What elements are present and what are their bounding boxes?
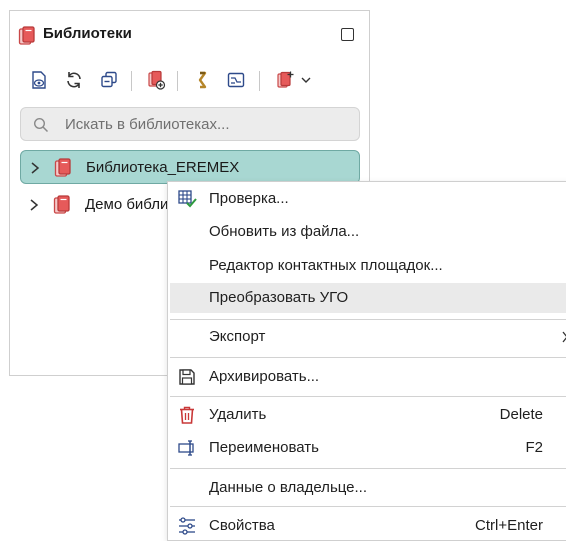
menu-item-rename[interactable]: Переименовать F2 — [170, 433, 566, 463]
menu-item-shortcut: F2 — [525, 439, 543, 456]
collapse-all-icon — [101, 71, 117, 88]
menu-item-label: Проверка... — [209, 190, 289, 207]
menu-item-shortcut: Delete — [499, 406, 543, 423]
chevron-right-icon[interactable] — [29, 198, 39, 212]
library-books-icon — [18, 26, 35, 45]
menu-separator — [170, 468, 566, 469]
panel-header: Библиотеки — [10, 11, 369, 59]
toolbar-separator — [259, 71, 260, 91]
library-book-icon — [53, 195, 70, 214]
refresh-icon — [67, 72, 81, 88]
menu-item-delete[interactable]: Удалить Delete — [170, 400, 566, 430]
menu-separator — [170, 396, 566, 397]
menu-item-convert-symbol[interactable]: Преобразовать УГО — [170, 283, 566, 313]
link-button[interactable] — [190, 68, 214, 92]
menu-item-archive[interactable]: Архивировать... — [170, 362, 566, 392]
menu-item-pad-editor[interactable]: Редактор контактных площадок... — [170, 251, 566, 281]
maximize-panel-button[interactable] — [341, 28, 354, 41]
import-dropdown-button[interactable] — [298, 68, 314, 92]
tree-item-label: Демо библи — [85, 196, 169, 213]
panel-toolbar — [10, 66, 369, 98]
menu-item-update-from-file[interactable]: Обновить из файла... — [170, 217, 566, 247]
context-menu: Проверка... Обновить из файла... Редакто… — [167, 181, 566, 541]
schematic-symbol-button[interactable] — [224, 68, 248, 92]
trash-icon — [177, 405, 197, 425]
chevron-down-icon — [301, 77, 311, 83]
schematic-symbol-icon — [227, 72, 245, 88]
view-library-icon — [32, 71, 46, 89]
menu-item-check[interactable]: Проверка... — [170, 184, 566, 214]
menu-item-label: Переименовать — [209, 439, 319, 456]
menu-item-label: Свойства — [209, 517, 275, 534]
toolbar-separator — [131, 71, 132, 91]
library-search — [20, 107, 360, 141]
menu-item-label: Архивировать... — [209, 368, 320, 385]
settings-sliders-icon — [177, 516, 197, 536]
menu-separator — [170, 357, 566, 358]
search-input[interactable] — [65, 108, 345, 140]
menu-item-owner-data[interactable]: Данные о владельце... — [170, 473, 566, 503]
menu-item-label: Данные о владельце... — [209, 479, 368, 496]
menu-separator — [170, 506, 566, 507]
collapse-all-button[interactable] — [97, 68, 121, 92]
tree-item-label: Библиотека_EREMEX — [86, 159, 240, 176]
chevron-right-icon — [562, 331, 566, 343]
view-library-button[interactable] — [27, 68, 51, 92]
search-icon — [33, 117, 49, 133]
menu-item-label: Экспорт — [209, 328, 266, 345]
refresh-button[interactable] — [62, 68, 86, 92]
import-library-button[interactable] — [273, 68, 297, 92]
link-icon — [198, 71, 207, 89]
toolbar-separator — [177, 71, 178, 91]
menu-item-label: Преобразовать УГО — [209, 289, 349, 306]
import-library-icon — [277, 71, 294, 88]
menu-item-properties[interactable]: Свойства Ctrl+Enter — [170, 511, 566, 541]
library-book-icon — [54, 158, 71, 177]
menu-item-label: Удалить — [209, 406, 267, 423]
check-table-icon — [177, 189, 197, 209]
menu-item-label: Обновить из файла... — [209, 223, 360, 240]
menu-item-label: Редактор контактных площадок... — [209, 257, 443, 274]
menu-item-shortcut: Ctrl+Enter — [475, 517, 543, 534]
add-library-button[interactable] — [144, 68, 168, 92]
chevron-right-icon[interactable] — [30, 161, 40, 175]
tree-item-library-eremex[interactable]: Библиотека_EREMEX — [20, 150, 360, 184]
menu-separator — [170, 319, 566, 320]
menu-item-export[interactable]: Экспорт — [170, 322, 566, 352]
panel-title: Библиотеки — [43, 25, 132, 42]
add-library-icon — [148, 70, 166, 90]
rename-icon — [177, 438, 197, 458]
save-archive-icon — [177, 367, 197, 387]
